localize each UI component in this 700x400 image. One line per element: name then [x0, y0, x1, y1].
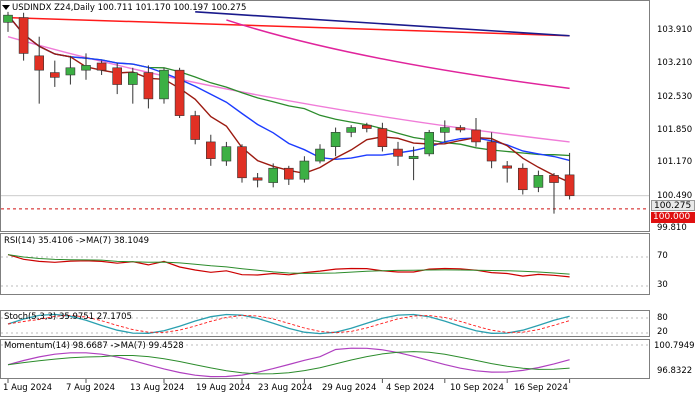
time-label-9: 16 Sep 2024	[514, 383, 568, 393]
candle-body-34	[533, 175, 544, 188]
ma-20-line	[7, 14, 570, 157]
momentum-ma-line	[7, 351, 570, 375]
candle-body-0	[3, 14, 13, 23]
candle-body-14	[221, 146, 232, 162]
candle-body-19	[299, 160, 310, 180]
candle-body-31	[486, 141, 497, 162]
ma-5-line	[7, 14, 570, 183]
time-label-1: 1 Aug 2024	[3, 383, 53, 393]
time-label-5: 23 Aug 2024	[258, 383, 313, 393]
stoch-tick-80: 80	[657, 313, 668, 323]
candle-body-13	[206, 141, 216, 159]
candle-body-5	[81, 65, 91, 71]
price-tick-5: 101.170	[657, 157, 693, 167]
candle-body-35	[549, 175, 559, 183]
time-label-2: 7 Aug 2024	[66, 383, 116, 393]
time-label-6: 29 Aug 2024	[322, 383, 377, 393]
chart-canvas	[1, 11, 649, 383]
current-price-tag: 100.275	[651, 200, 695, 211]
candle-body-15	[237, 146, 247, 179]
candle-body-27	[424, 132, 435, 155]
candle-body-7	[112, 67, 122, 85]
ma-200-line	[7, 16, 570, 37]
candle-body-29	[455, 127, 466, 131]
price-tick-7: 99.810	[657, 223, 687, 233]
candle-body-20	[315, 148, 325, 162]
time-label-4: 19 Aug 2024	[196, 383, 251, 393]
candle-body-3	[49, 72, 60, 78]
level-price-tag: 100.000	[651, 212, 695, 223]
price-tick-1: 103.910	[657, 25, 693, 35]
candle-body-9	[143, 72, 154, 100]
symbol-dropdown-icon[interactable]	[2, 5, 10, 10]
ma-30-line	[7, 36, 570, 143]
candle-body-25	[393, 148, 403, 157]
candle-body-30	[471, 129, 481, 143]
candle-body-6	[96, 62, 107, 71]
momentum-tick-high: 100.7949	[654, 341, 695, 351]
candle-body-22	[346, 127, 357, 133]
symbol-header: USDINDX Z24,Daily 100.711 101.170 100.19…	[2, 3, 246, 13]
candle-body-24	[377, 128, 388, 147]
candle-body-32	[502, 165, 513, 169]
candle-body-12	[190, 115, 200, 140]
ma-100-line	[195, 11, 570, 37]
candle-body-2	[34, 55, 45, 71]
rsi-tick-30: 30	[657, 280, 668, 290]
momentum-header: Momentum(14) 98.6687 ->MA(7) 99.4528	[4, 341, 184, 351]
candle-body-28	[439, 127, 450, 133]
candle-body-8	[128, 72, 138, 85]
time-label-8: 10 Sep 2024	[450, 383, 504, 393]
momentum-tick-low: 96.8322	[657, 366, 693, 376]
price-tick-4: 101.850	[657, 125, 693, 135]
rsi-tick-70: 70	[657, 251, 668, 261]
symbol-header-text: USDINDX Z24,Daily 100.711 101.170 100.19…	[12, 3, 247, 13]
time-label-7: 4 Sep 2024	[386, 383, 435, 393]
candle-body-18	[283, 167, 294, 180]
rsi-line	[7, 254, 570, 278]
price-tick-3: 102.530	[657, 92, 693, 102]
candle-body-21	[330, 132, 341, 147]
rsi-header: RSI(14) 35.4106 ->MA(7) 38.1049	[4, 236, 150, 246]
candle-body-17	[268, 167, 279, 183]
time-label-3: 13 Aug 2024	[130, 383, 185, 393]
candle-body-36	[564, 174, 575, 197]
candle-body-16	[252, 177, 263, 181]
stoch-tick-20: 20	[657, 327, 668, 337]
candle-body-26	[408, 155, 419, 159]
candle-body-10	[159, 69, 169, 100]
price-tick-2: 103.210	[657, 58, 693, 68]
stoch-header: Stoch(5,3,3) 35.9751 27.1705	[4, 312, 132, 322]
candle-body-23	[361, 124, 372, 129]
candle-body-1	[18, 17, 29, 54]
candle-body-4	[65, 67, 76, 76]
candle-body-11	[174, 69, 185, 116]
candle-body-33	[517, 167, 528, 191]
